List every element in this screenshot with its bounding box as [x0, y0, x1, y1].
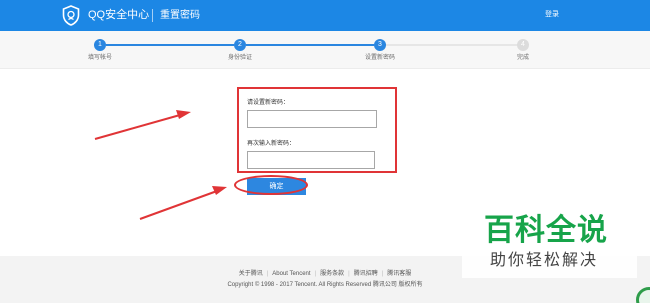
footer-separator: | [381, 271, 384, 277]
watermark-subtitle: 助你轻松解决 [490, 250, 599, 269]
footer-link-terms[interactable]: 服务条款 [320, 271, 344, 277]
footer-link-jobs[interactable]: 腾讯招聘 [354, 271, 378, 277]
footer-copyright: Copyright © 1998 - 2017 Tencent. All Rig… [227, 282, 423, 288]
footer-separator: | [314, 271, 317, 277]
footer-separator: | [348, 271, 350, 277]
arrow-icon [139, 186, 227, 220]
footer-link-support[interactable]: 腾讯客服 [387, 271, 411, 277]
footer-separator: | [266, 271, 269, 277]
footer-link-about-cn[interactable]: 关于腾讯 [239, 271, 263, 277]
footer-link-about-en[interactable]: About Tencent [272, 271, 310, 277]
watermark-title: 百科全说 [484, 213, 608, 248]
arrow-icon [94, 110, 191, 140]
